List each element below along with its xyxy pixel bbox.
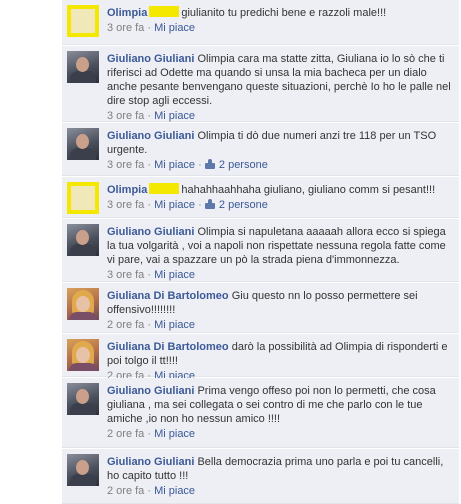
comment-meta: 3 ore fa · Mi piace · 2 persone <box>107 159 455 172</box>
comment-item: Giuliana Di Bartolomeo Giu questo nn lo … <box>62 283 459 333</box>
avatar[interactable] <box>67 182 99 214</box>
avatar[interactable] <box>67 51 99 83</box>
comment-text: hahahhaahhaha giuliano, giuliano comm si… <box>181 184 436 196</box>
comment-meta: 3 ore fa · Mi piace <box>107 22 455 35</box>
comment-content: Giuliana Di Bartolomeo darò la possibili… <box>107 340 455 383</box>
like-link[interactable]: Mi piace <box>154 22 195 34</box>
comment-content: Olimpia hahahhaahhaha giuliano, giuliano … <box>107 183 455 212</box>
separator: · <box>144 485 155 497</box>
comment-timestamp[interactable]: 2 ore fa <box>107 319 144 331</box>
comment-timestamp[interactable]: 2 ore fa <box>107 485 144 497</box>
separator: · <box>144 199 155 211</box>
comment-meta: 2 ore fa · Mi piace <box>107 485 455 498</box>
comment-timestamp[interactable]: 3 ore fa <box>107 110 144 122</box>
avatar[interactable] <box>67 224 99 256</box>
comment-author-link[interactable]: Olimpia <box>107 184 147 196</box>
comment-timestamp[interactable]: 3 ore fa <box>107 22 144 34</box>
like-link[interactable]: Mi piace <box>154 199 195 211</box>
avatar[interactable] <box>67 128 99 160</box>
avatar[interactable] <box>67 383 99 415</box>
avatar[interactable] <box>67 5 99 37</box>
comment-author-link[interactable]: Giuliana Di Bartolomeo <box>107 341 229 353</box>
comment-item: Giuliano Giuliani Olimpia ti dò due nume… <box>62 123 459 176</box>
separator: · <box>195 199 205 211</box>
comment-content: Giuliano Giuliani Bella democrazia prima… <box>107 455 455 498</box>
comment-item: Giuliano Giuliani Olimpia cara ma statte… <box>62 46 459 122</box>
comment-meta: 3 ore fa · Mi piace · 2 persone <box>107 199 455 212</box>
separator: · <box>144 159 155 171</box>
comment-content: Giuliano Giuliani Olimpia ti dò due nume… <box>107 129 455 172</box>
thumbs-up-icon <box>204 199 216 209</box>
comment-item: Giuliano Giuliani Bella democrazia prima… <box>62 449 459 504</box>
comment-author-link[interactable]: Giuliano Giuliani <box>107 53 194 65</box>
thumbs-up-icon <box>204 159 216 169</box>
comment-author-link[interactable]: Giuliano Giuliani <box>107 385 194 397</box>
like-link[interactable]: Mi piace <box>154 110 195 122</box>
comment-item: Olimpia giulianito tu predichi bene e raz… <box>62 0 459 45</box>
separator: · <box>144 269 155 281</box>
comment-item: Olimpia hahahhaahhaha giuliano, giuliano … <box>62 177 459 218</box>
comment-author-link[interactable]: Giuliano Giuliani <box>107 130 194 142</box>
separator: · <box>144 22 155 34</box>
comment-meta: 3 ore fa · Mi piace <box>107 110 455 123</box>
comment-meta: 2 ore fa · Mi piace <box>107 319 455 332</box>
like-count-link[interactable]: 2 persone <box>216 199 268 211</box>
separator: · <box>195 159 205 171</box>
comment-meta: 2 ore fa · Mi piace <box>107 428 455 441</box>
like-count-link[interactable]: 2 persone <box>216 159 268 171</box>
avatar[interactable] <box>67 288 99 320</box>
separator: · <box>144 319 155 331</box>
like-link[interactable]: Mi piace <box>154 485 195 497</box>
comment-item: Giuliano Giuliani Prima vengo offeso poi… <box>62 378 459 448</box>
like-link[interactable]: Mi piace <box>154 428 195 440</box>
comment-timestamp[interactable]: 3 ore fa <box>107 199 144 211</box>
redaction-mark <box>149 183 180 194</box>
separator: · <box>144 110 155 122</box>
separator: · <box>144 428 155 440</box>
comment-content: Giuliano Giuliani Prima vengo offeso poi… <box>107 384 455 441</box>
comment-item: Giuliano Giuliani Olimpia si napuletana … <box>62 219 459 282</box>
comment-author-link[interactable]: Giuliano Giuliani <box>107 456 194 468</box>
comment-content: Giuliano Giuliani Olimpia cara ma statte… <box>107 52 455 123</box>
comment-author-link[interactable]: Olimpia <box>107 7 147 19</box>
avatar[interactable] <box>67 454 99 486</box>
comment-item: Giuliana Di Bartolomeo darò la possibili… <box>62 334 459 382</box>
comment-content: Giuliano Giuliani Olimpia si napuletana … <box>107 225 455 282</box>
comment-author-link[interactable]: Giuliano Giuliani <box>107 226 194 238</box>
comment-text: giulianito tu predichi bene e razzoli ma… <box>181 7 387 19</box>
comments-thread: Olimpia giulianito tu predichi bene e raz… <box>0 0 461 504</box>
comment-timestamp[interactable]: 3 ore fa <box>107 159 144 171</box>
comment-content: Olimpia giulianito tu predichi bene e raz… <box>107 6 455 35</box>
redaction-mark <box>149 6 180 17</box>
like-link[interactable]: Mi piace <box>154 269 195 281</box>
comment-timestamp[interactable]: 2 ore fa <box>107 428 144 440</box>
avatar[interactable] <box>67 339 99 371</box>
comment-meta: 3 ore fa · Mi piace <box>107 269 455 282</box>
comment-content: Giuliana Di Bartolomeo Giu questo nn lo … <box>107 289 455 332</box>
comment-timestamp[interactable]: 3 ore fa <box>107 269 144 281</box>
comment-author-link[interactable]: Giuliana Di Bartolomeo <box>107 290 229 302</box>
like-link[interactable]: Mi piace <box>154 319 195 331</box>
like-link[interactable]: Mi piace <box>154 159 195 171</box>
